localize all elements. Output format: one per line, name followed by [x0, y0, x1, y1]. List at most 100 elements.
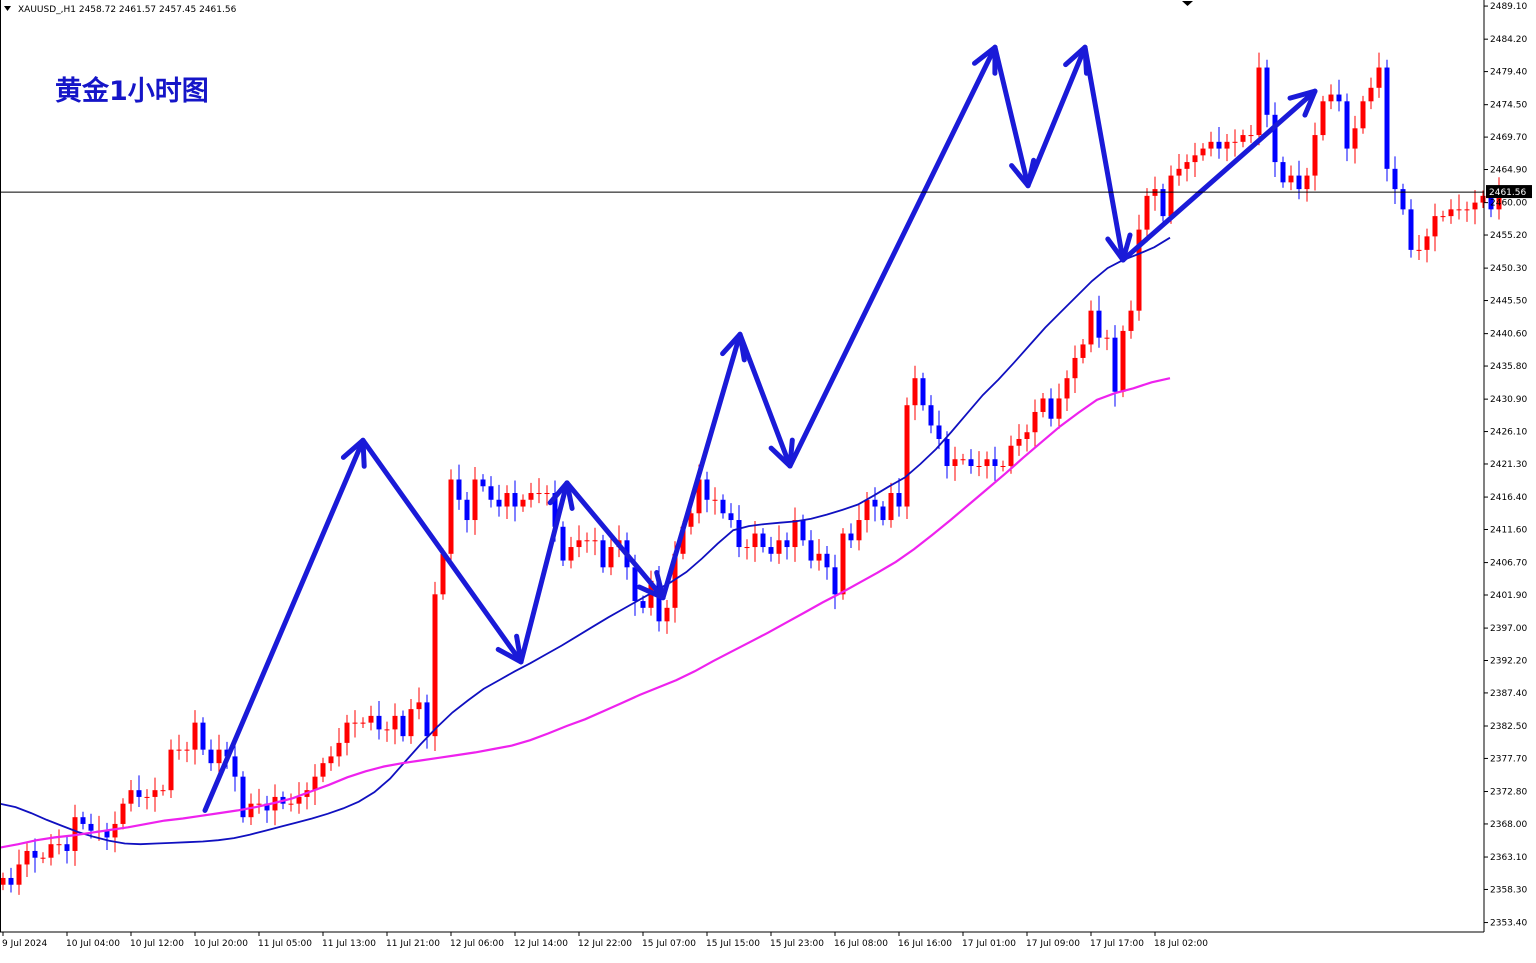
candle-body — [944, 438, 950, 466]
candle-body — [400, 715, 406, 737]
candle-body — [1248, 135, 1254, 137]
candle-body — [16, 864, 22, 885]
candle-body — [512, 493, 518, 507]
candle-body — [752, 533, 758, 548]
y-tick-label: 2363.10 — [1490, 853, 1527, 863]
candle-body — [40, 857, 46, 859]
candle-body — [352, 722, 358, 724]
y-tick-label: 2397.00 — [1490, 624, 1527, 634]
x-tick-label: 16 Jul 16:00 — [898, 939, 952, 949]
x-tick-label: 12 Jul 22:00 — [578, 939, 632, 949]
candle-body — [1288, 175, 1294, 183]
candle-body — [1224, 141, 1230, 149]
candle-body — [960, 459, 966, 461]
candle-body — [1472, 202, 1478, 210]
x-tick-label: 17 Jul 09:00 — [1026, 939, 1080, 949]
y-tick-label: 2440.60 — [1490, 330, 1527, 340]
candle-body — [1240, 135, 1246, 142]
candle-body — [0, 877, 6, 885]
candle-body — [504, 493, 510, 507]
y-tick-label: 2474.50 — [1490, 101, 1527, 111]
trend-arrow-segment — [1025, 44, 1088, 189]
trend-arrow-segment — [518, 480, 570, 665]
candle-body — [784, 540, 790, 548]
candle-body — [1456, 209, 1462, 211]
candle-body — [992, 459, 998, 466]
candle-body — [800, 520, 806, 541]
candle-body — [1128, 310, 1134, 331]
candle-body — [1448, 209, 1454, 217]
y-tick-label: 2489.10 — [1490, 2, 1527, 12]
candle-body — [720, 499, 726, 514]
candle-body — [1192, 155, 1198, 163]
x-tick-label: 10 Jul 04:00 — [66, 939, 120, 949]
y-tick-label: 2464.90 — [1490, 166, 1527, 176]
chart-shift-marker-icon[interactable] — [1182, 1, 1193, 6]
candle-body — [1008, 445, 1014, 466]
moving-averages-layer — [0, 236, 1171, 849]
candle-body — [328, 756, 334, 764]
chart-root: 2489.10 2484.20 2479.40 2474.50 2469.70 2464.… — [0, 0, 1536, 959]
candle-body — [1328, 94, 1334, 102]
candle-body — [1280, 162, 1286, 183]
candle-body — [840, 533, 846, 595]
candle-body — [904, 405, 910, 507]
candle-body — [88, 823, 94, 831]
candle-body — [464, 499, 470, 521]
y-tick-label: 2368.00 — [1490, 820, 1527, 830]
x-tick-label: 17 Jul 01:00 — [962, 939, 1016, 949]
candle-body — [376, 715, 382, 730]
candle-body — [640, 601, 646, 608]
header-menu-icon[interactable] — [4, 6, 11, 11]
candle-body — [160, 790, 166, 792]
candle-body — [472, 479, 478, 521]
candle-body — [736, 520, 742, 548]
candle-body — [1432, 216, 1438, 237]
candle-body — [1320, 101, 1326, 136]
candle-body — [592, 540, 598, 542]
x-tick-label: 15 Jul 15:00 — [706, 939, 760, 949]
candle-body — [408, 709, 414, 737]
x-tick-label: 15 Jul 23:00 — [770, 939, 824, 949]
x-tick-label: 16 Jul 08:00 — [834, 939, 888, 949]
y-tick-label: 2392.20 — [1490, 657, 1527, 667]
current-price-layer: 2461.56 — [0, 185, 1532, 199]
candle-body — [1056, 398, 1062, 419]
candle-body — [920, 378, 926, 406]
candle-body — [528, 493, 534, 500]
candle-body — [1120, 330, 1126, 392]
trend-arrow-segment — [360, 437, 524, 665]
candle-body — [880, 506, 886, 521]
trend-arrow-segment — [1120, 88, 1318, 263]
y-tick-label: 2406.70 — [1490, 559, 1527, 569]
candlestick-chart[interactable]: 2489.10 2484.20 2479.40 2474.50 2469.70 2464.… — [0, 0, 1536, 959]
candle-body — [928, 405, 934, 426]
candle-body — [1040, 398, 1046, 412]
candle-body — [424, 702, 430, 737]
candle-body — [240, 776, 246, 818]
candle-body — [896, 493, 902, 507]
candle-body — [872, 499, 878, 507]
x-tick-label: 15 Jul 07:00 — [642, 939, 696, 949]
candle-body — [368, 715, 374, 723]
candle-body — [312, 776, 318, 791]
y-tick-label: 2372.80 — [1490, 788, 1527, 798]
y-tick-label: 2469.70 — [1490, 133, 1527, 143]
candle-body — [496, 499, 502, 507]
candle-body — [1392, 168, 1398, 190]
candle-body — [248, 803, 254, 818]
candle-body — [544, 493, 550, 495]
candle-body — [48, 844, 54, 858]
candle-body — [320, 763, 326, 777]
candle-body — [1408, 209, 1414, 250]
candle-body — [1016, 438, 1022, 446]
candle-body — [632, 567, 638, 602]
chart-annotation-title: 黄金1小时图 — [55, 75, 209, 107]
x-tick-label: 12 Jul 06:00 — [450, 939, 504, 949]
candle-body — [608, 547, 614, 568]
candle-body — [1080, 344, 1086, 358]
candle-body — [1064, 378, 1070, 399]
candle-body — [1296, 175, 1302, 190]
y-tick-label: 2377.70 — [1490, 754, 1527, 764]
candle-body — [1416, 249, 1422, 251]
